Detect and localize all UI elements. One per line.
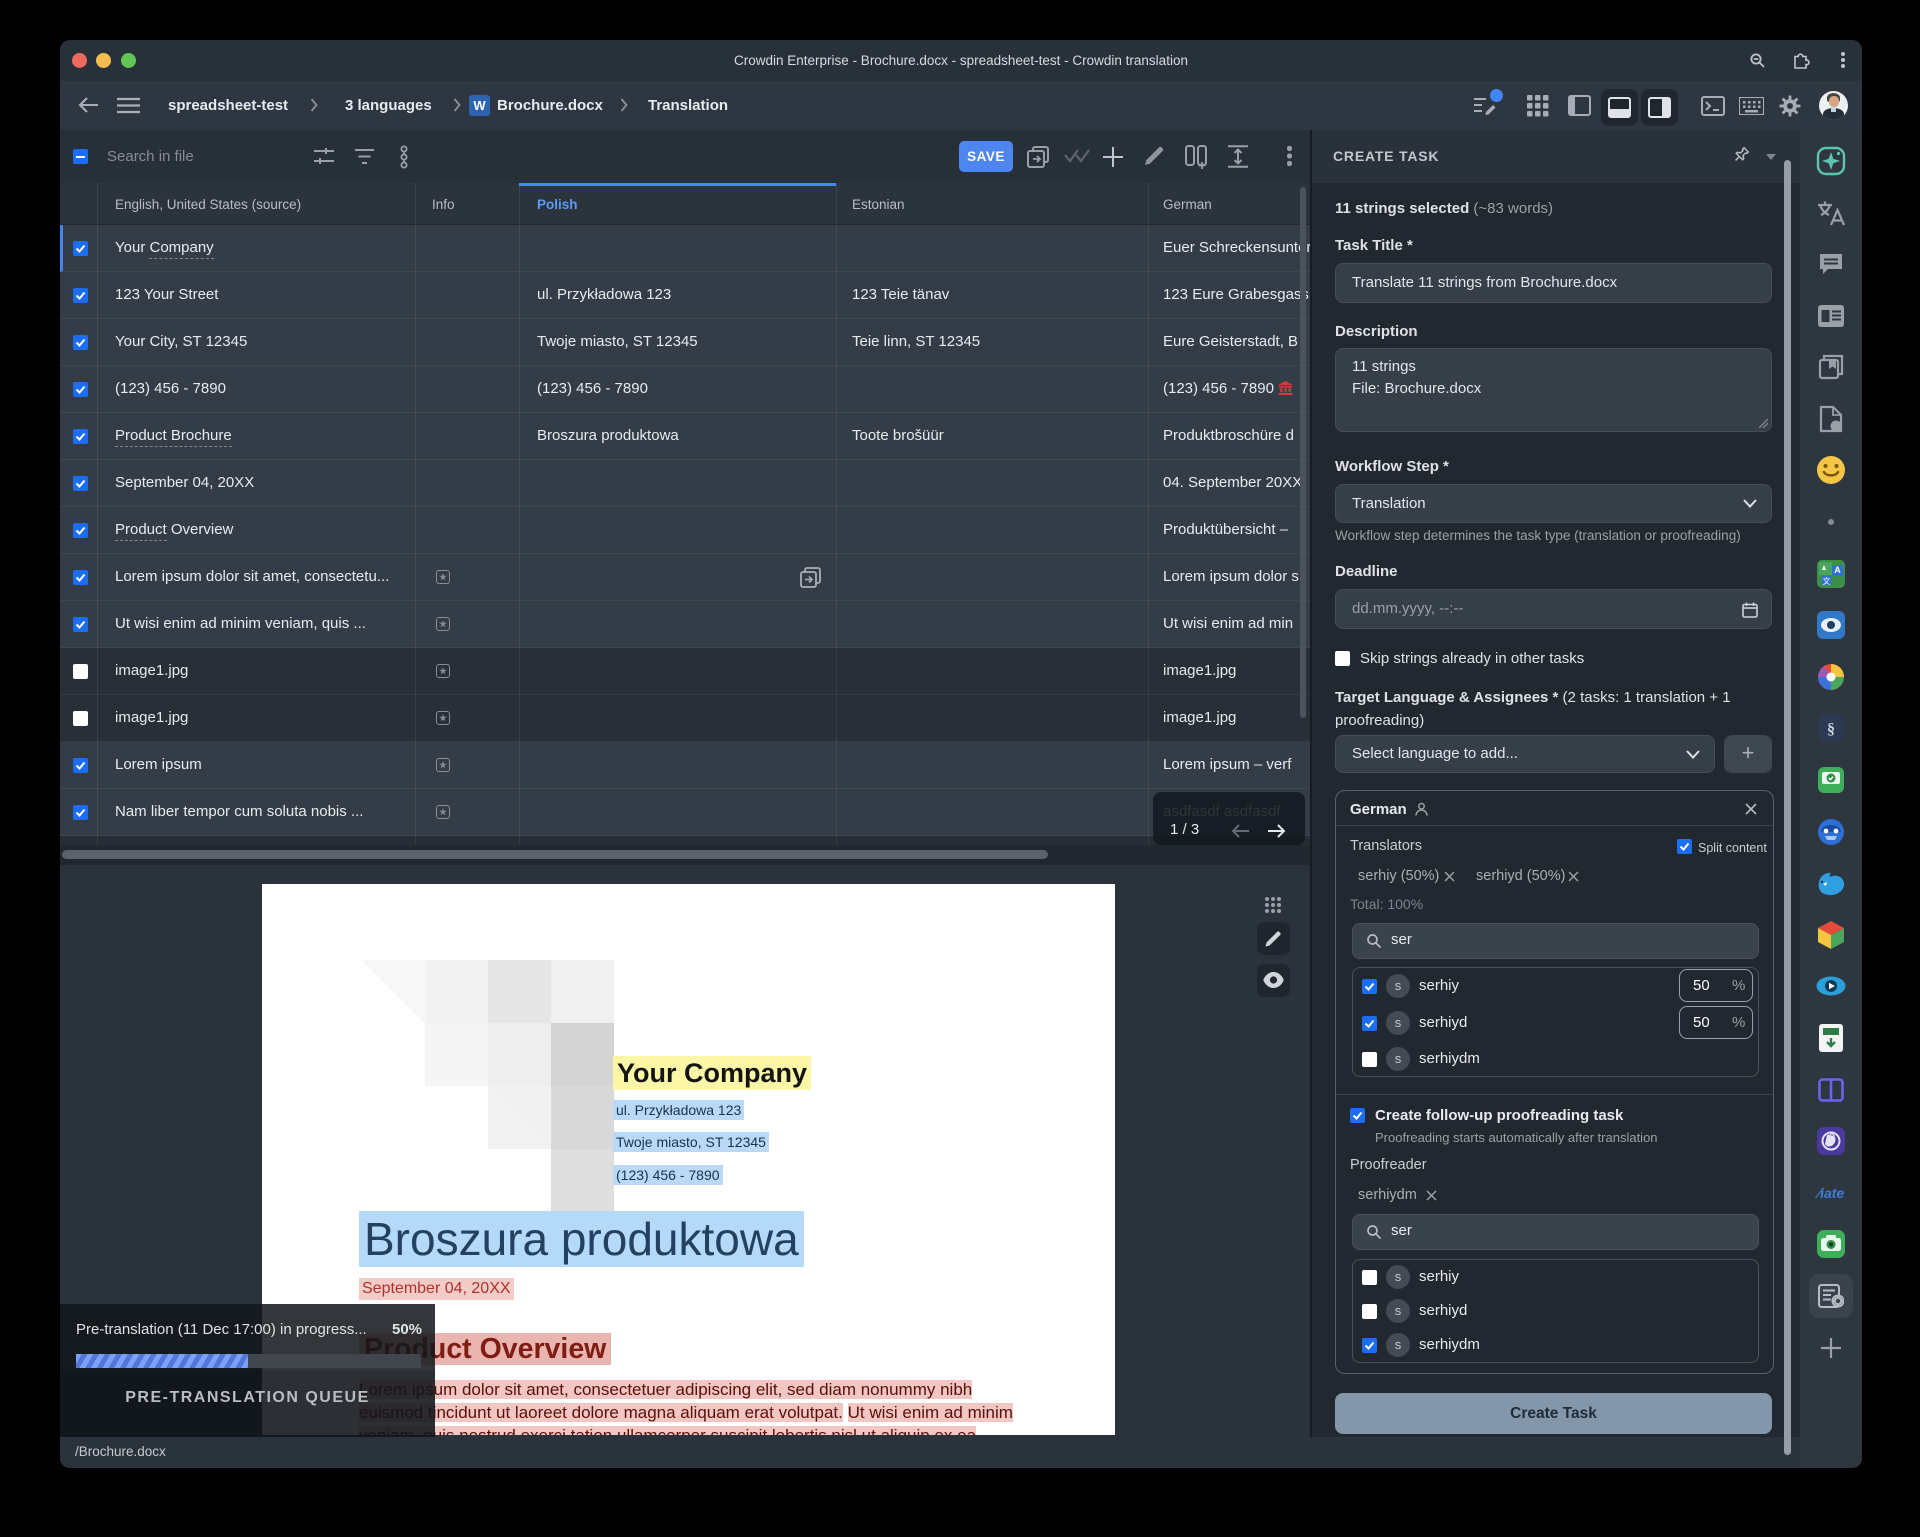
svg-text:§: § [1827,721,1835,738]
svg-text:文: 文 [1823,576,1831,586]
svg-text:A: A [1834,565,1841,575]
svg-text:i: i [1835,422,1837,431]
